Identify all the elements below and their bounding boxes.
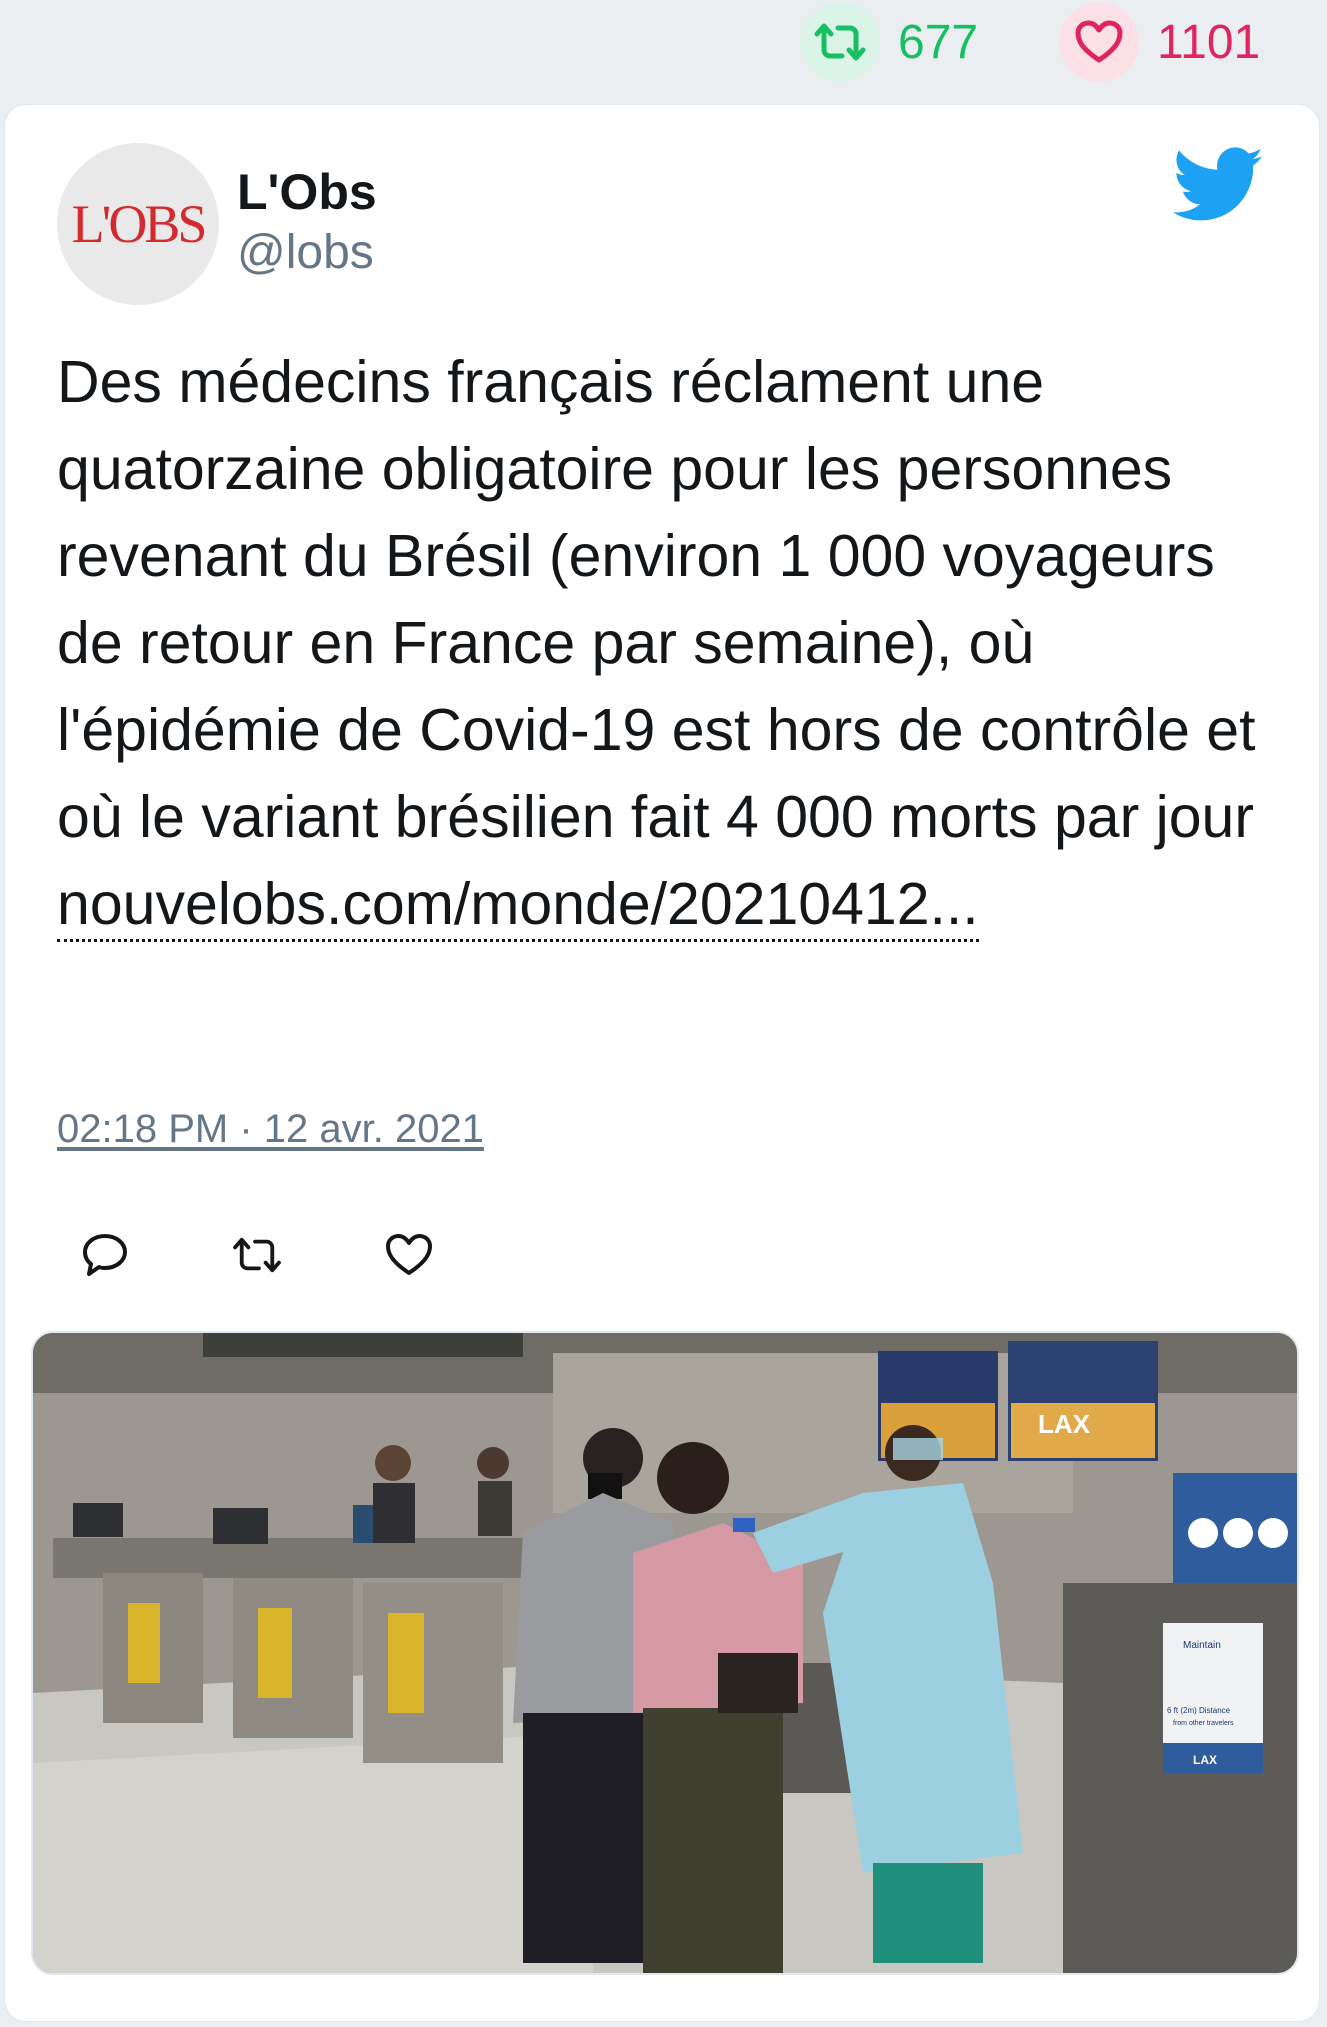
screen-sign-text: LAX [1038,1409,1091,1439]
tweet-link[interactable]: nouvelobs.com/monde/20210412... [57,869,979,942]
retweet-action-icon [233,1237,281,1273]
tweet-card: L'OBS L'Obs @lobs Des médecins français … [4,104,1320,2022]
tweet-body: Des médecins français réclament une quat… [57,349,1256,850]
airport-covid-test-photo: LAX Maintain 6 ft (2m) Distance from oth… [33,1333,1297,1973]
heart-icon[interactable] [1059,2,1139,82]
author-name[interactable]: L'Obs [237,163,377,221]
avatar[interactable]: L'OBS [57,143,219,305]
twitter-bird-icon[interactable] [1172,147,1265,228]
poster-footer: LAX [1193,1753,1217,1767]
retweet-count-stat[interactable]: 677 [800,2,978,82]
retweet-button[interactable] [227,1225,287,1285]
like-count-stat[interactable]: 1101 [1059,2,1260,82]
tweet-timestamp[interactable]: 02:18 PM · 12 avr. 2021 [57,1107,484,1152]
retweet-icon[interactable] [800,2,880,82]
author-handle[interactable]: @lobs [237,225,374,280]
poster-line1: 6 ft (2m) Distance [1167,1706,1231,1715]
reply-button[interactable] [75,1225,135,1285]
heart-action-icon [386,1234,432,1275]
retweet-count: 677 [898,15,979,69]
tweet-stats-bar: 677 1101 [0,0,1327,92]
tweet-text: Des médecins français réclament une quat… [57,339,1287,948]
reply-icon [83,1234,127,1276]
like-button[interactable] [379,1225,439,1285]
like-count: 1101 [1157,15,1261,69]
poster-line2: from other travelers [1173,1720,1234,1727]
poster-heading: Maintain [1183,1640,1221,1651]
avatar-logo: L'OBS [71,194,208,254]
tweet-media-photo[interactable]: LAX Maintain 6 ft (2m) Distance from oth… [31,1331,1299,1975]
